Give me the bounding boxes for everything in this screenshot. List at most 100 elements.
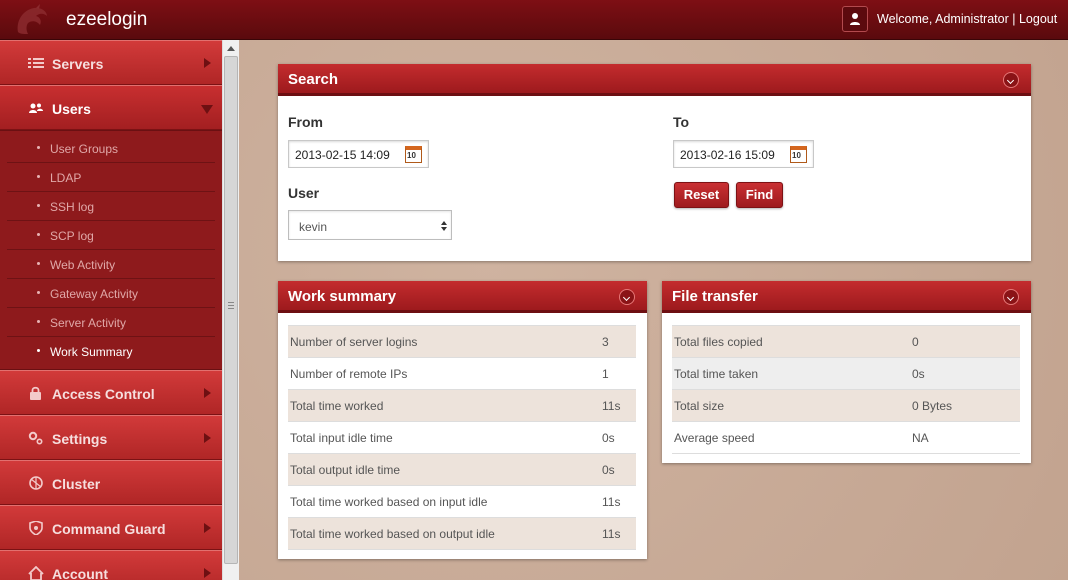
table-row: Total time worked based on input idle 11s bbox=[288, 486, 636, 518]
panel-title: Search bbox=[288, 71, 339, 88]
users-icon bbox=[29, 103, 43, 113]
lock-icon bbox=[30, 386, 41, 400]
bullet-icon bbox=[37, 175, 40, 178]
bullet-icon bbox=[37, 146, 40, 149]
table-row: Total output idle time 0s bbox=[288, 453, 636, 486]
user-avatar-icon[interactable] bbox=[842, 6, 868, 32]
calendar-icon[interactable]: 10 bbox=[405, 146, 422, 163]
row-value: 11s bbox=[602, 389, 636, 422]
home-icon bbox=[28, 566, 44, 580]
calendar-icon[interactable]: 10 bbox=[790, 146, 807, 163]
scrollbar-thumb[interactable] bbox=[224, 56, 238, 564]
main-content: Search From 2013-02-15 14:09 10 User kev… bbox=[239, 40, 1068, 580]
sidebar: Servers Users User Groups LDAP SSH log S… bbox=[0, 40, 222, 580]
table-row: Total input idle time 0s bbox=[288, 422, 636, 454]
chevron-down-icon bbox=[201, 105, 213, 114]
file-transfer-header: File transfer bbox=[662, 281, 1031, 313]
sidebar-item-label: Cluster bbox=[52, 476, 101, 492]
row-label: Number of server logins bbox=[288, 325, 602, 358]
sidebar-subitem-ssh-log[interactable]: SSH log bbox=[7, 192, 215, 221]
work-summary-header: Work summary bbox=[278, 281, 647, 313]
subitem-label: LDAP bbox=[50, 171, 82, 185]
sidebar-item-servers[interactable]: Servers bbox=[0, 40, 222, 85]
collapse-icon[interactable] bbox=[1003, 72, 1019, 88]
table-row: Total size 0 Bytes bbox=[672, 389, 1020, 422]
table-row: Number of remote IPs 1 bbox=[288, 358, 636, 390]
sidebar-item-label: Command Guard bbox=[52, 521, 166, 537]
row-value: 0 bbox=[912, 325, 1020, 358]
row-label: Total time worked based on input idle bbox=[290, 494, 488, 509]
from-date-field[interactable]: 2013-02-15 14:09 10 bbox=[288, 140, 429, 168]
cluster-icon bbox=[29, 476, 43, 490]
sidebar-item-settings[interactable]: Settings bbox=[0, 415, 222, 460]
sidebar-subitem-scp-log[interactable]: SCP log bbox=[7, 221, 215, 250]
welcome-area: Welcome, Administrator | Logout bbox=[877, 12, 1057, 26]
chevron-right-icon bbox=[204, 388, 211, 398]
sidebar-subitem-gateway-activity[interactable]: Gateway Activity bbox=[7, 279, 215, 308]
bullet-icon bbox=[37, 262, 40, 265]
row-label: Total input idle time bbox=[290, 430, 393, 445]
dragon-logo-icon bbox=[17, 4, 47, 35]
row-value: NA bbox=[912, 421, 1020, 454]
sidebar-subitem-ldap[interactable]: LDAP bbox=[7, 163, 215, 192]
sidebar-subitem-web-activity[interactable]: Web Activity bbox=[7, 250, 215, 279]
sidebar-subitem-user-groups[interactable]: User Groups bbox=[7, 134, 215, 163]
table-row: Total time worked based on output idle 11… bbox=[288, 517, 636, 550]
from-date-value: 2013-02-15 14:09 bbox=[295, 148, 390, 162]
sidebar-subitem-work-summary[interactable]: Work Summary bbox=[7, 337, 215, 366]
row-label: Total time worked based on output idle bbox=[288, 517, 602, 550]
subitem-label: Gateway Activity bbox=[50, 287, 139, 301]
user-select[interactable]: kevin bbox=[288, 210, 452, 240]
calendar-day: 10 bbox=[792, 151, 801, 160]
row-value: 3 bbox=[602, 325, 636, 358]
row-value: 0s bbox=[602, 453, 636, 486]
sidebar-subitem-server-activity[interactable]: Server Activity bbox=[7, 308, 215, 337]
file-transfer-panel: File transfer Total files copied 0 Total … bbox=[662, 281, 1031, 463]
user-select-value: kevin bbox=[299, 220, 328, 234]
app-brand: ezeelogin bbox=[66, 9, 148, 30]
welcome-text: Welcome, Administrator bbox=[877, 12, 1009, 26]
row-value: 11s bbox=[602, 517, 636, 550]
row-label: Number of remote IPs bbox=[290, 366, 408, 381]
subitem-label: SSH log bbox=[50, 200, 95, 214]
panel-title: File transfer bbox=[672, 288, 758, 305]
to-label: To bbox=[673, 114, 690, 130]
find-button[interactable]: Find bbox=[736, 182, 783, 208]
sidebar-item-label: Access Control bbox=[52, 386, 155, 402]
sidebar-scrollbar[interactable] bbox=[222, 40, 239, 580]
table-row: Number of server logins 3 bbox=[288, 325, 636, 358]
shield-icon bbox=[29, 521, 43, 535]
subitem-label: SCP log bbox=[50, 229, 94, 243]
sidebar-item-label: Servers bbox=[52, 56, 104, 72]
welcome-separator: | bbox=[1008, 12, 1019, 26]
grip-icon bbox=[228, 302, 234, 309]
chevron-right-icon bbox=[204, 58, 211, 68]
user-label: User bbox=[288, 185, 320, 201]
sidebar-item-command-guard[interactable]: Command Guard bbox=[0, 505, 222, 550]
row-label: Total size bbox=[672, 389, 912, 422]
row-value: 1 bbox=[602, 366, 609, 381]
row-label: Total files copied bbox=[672, 325, 912, 358]
sidebar-item-users[interactable]: Users bbox=[0, 85, 222, 130]
calendar-day: 10 bbox=[407, 151, 416, 160]
subitem-label: User Groups bbox=[50, 142, 119, 156]
sidebar-item-cluster[interactable]: Cluster bbox=[0, 460, 222, 505]
search-panel: Search From 2013-02-15 14:09 10 User kev… bbox=[278, 64, 1031, 261]
collapse-icon[interactable] bbox=[1003, 289, 1019, 305]
to-date-value: 2013-02-16 15:09 bbox=[680, 148, 775, 162]
logout-link[interactable]: Logout bbox=[1019, 12, 1057, 26]
reset-button[interactable]: Reset bbox=[674, 182, 729, 208]
row-label: Total output idle time bbox=[288, 453, 602, 486]
subitem-label: Work Summary bbox=[50, 345, 133, 359]
sidebar-item-account[interactable]: Account bbox=[0, 550, 222, 580]
collapse-icon[interactable] bbox=[619, 289, 635, 305]
sidebar-item-access-control[interactable]: Access Control bbox=[0, 370, 222, 415]
row-label: Total time taken bbox=[672, 357, 912, 390]
sidebar-item-label: Account bbox=[52, 566, 108, 580]
table-row: Total files copied 0 bbox=[672, 325, 1020, 358]
scroll-up-arrow-icon[interactable] bbox=[227, 46, 235, 51]
sidebar-item-label: Users bbox=[52, 101, 91, 117]
subitem-label: Server Activity bbox=[50, 316, 127, 330]
to-date-field[interactable]: 2013-02-16 15:09 10 bbox=[673, 140, 814, 168]
table-row: Total time worked 11s bbox=[288, 389, 636, 422]
